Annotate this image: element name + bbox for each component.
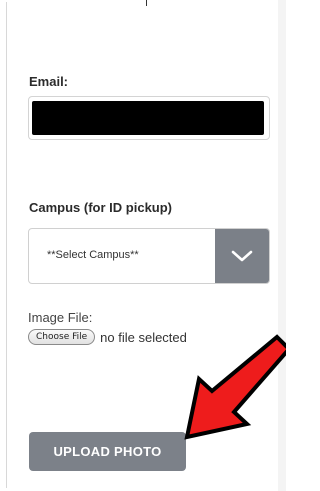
campus-select[interactable]: **Select Campus** bbox=[28, 228, 270, 284]
file-picker: Choose File no file selected bbox=[28, 329, 187, 345]
chevron-down-icon bbox=[231, 250, 253, 262]
upload-photo-button[interactable]: UPLOAD PHOTO bbox=[29, 432, 186, 471]
campus-label: Campus (for ID pickup) bbox=[29, 200, 173, 215]
page-edge bbox=[278, 0, 286, 491]
choose-file-button[interactable]: Choose File bbox=[28, 329, 96, 345]
campus-select-value: **Select Campus** bbox=[47, 249, 139, 261]
image-file-label: Image File: bbox=[28, 310, 93, 325]
file-status: no file selected bbox=[100, 329, 187, 345]
email-label: Email: bbox=[29, 74, 69, 89]
email-field[interactable] bbox=[28, 96, 270, 140]
divider bbox=[146, 0, 147, 6]
redacted-email-value bbox=[32, 101, 264, 135]
campus-select-toggle[interactable] bbox=[215, 229, 269, 283]
